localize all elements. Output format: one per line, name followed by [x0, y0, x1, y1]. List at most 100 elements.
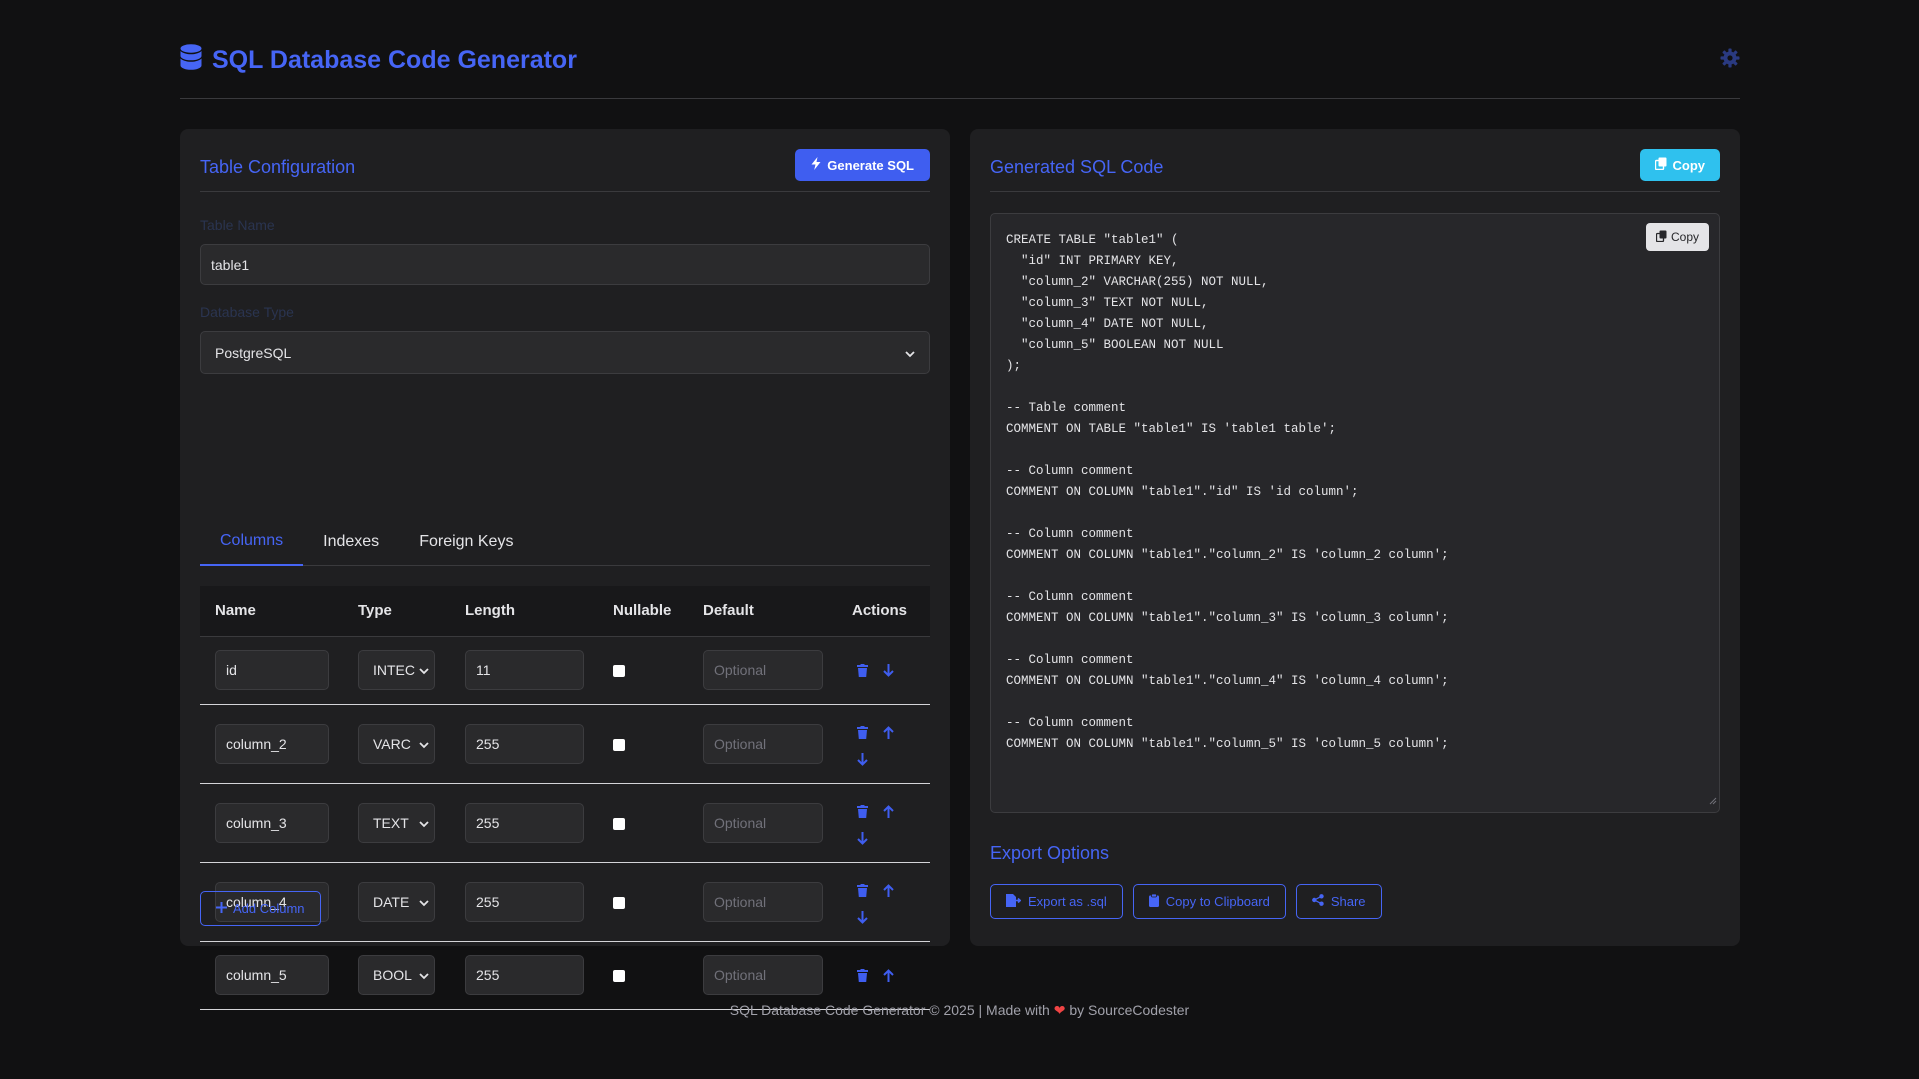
- inner-copy-label: Copy: [1670, 230, 1699, 244]
- arrow-down-icon[interactable]: [855, 909, 869, 925]
- column-type-select[interactable]: DATE: [358, 882, 435, 922]
- default-placeholder: Optional: [714, 662, 767, 678]
- default-input[interactable]: Optional: [703, 724, 823, 764]
- chevron-down-icon: [419, 967, 429, 983]
- generated-sql-panel: Generated SQL Code Copy CREATE TABLE "ta…: [970, 129, 1740, 946]
- column-type-select[interactable]: BOOL: [358, 955, 435, 995]
- default-placeholder: Optional: [714, 894, 767, 910]
- columns-table-header: Name Type Length Nullable Default Action…: [200, 586, 930, 637]
- table-name-label: Table Name: [200, 217, 275, 233]
- config-tabs: Columns Indexes Foreign Keys: [200, 517, 930, 566]
- trash-icon[interactable]: [855, 882, 869, 898]
- chevron-down-icon: [419, 894, 429, 910]
- default-input[interactable]: Optional: [703, 650, 823, 690]
- arrow-down-icon[interactable]: [855, 830, 869, 846]
- column-type-select[interactable]: INTEC: [358, 650, 435, 690]
- database-type-label: Database Type: [200, 304, 294, 320]
- default-placeholder: Optional: [714, 967, 767, 983]
- sql-code: CREATE TABLE "table1" ( "id" INT PRIMARY…: [1006, 233, 1449, 751]
- app-title: SQL Database Code Generator: [212, 45, 577, 74]
- default-input[interactable]: Optional: [703, 803, 823, 843]
- trash-icon[interactable]: [855, 662, 869, 678]
- default-input[interactable]: Optional: [703, 882, 823, 922]
- sql-panel-header: Generated SQL Code Copy: [990, 149, 1720, 192]
- plus-icon: [216, 901, 227, 916]
- column-name-input[interactable]: column_3: [215, 803, 329, 843]
- column-type-select[interactable]: VARC: [358, 724, 435, 764]
- arrow-up-icon[interactable]: [881, 967, 895, 983]
- trash-icon[interactable]: [855, 967, 869, 983]
- generate-sql-button[interactable]: Generate SQL: [795, 149, 930, 181]
- nullable-checkbox[interactable]: [613, 818, 625, 830]
- column-type-select[interactable]: TEXT: [358, 803, 435, 843]
- generate-sql-label: Generate SQL: [827, 157, 914, 173]
- copy-button[interactable]: Copy: [1639, 149, 1720, 181]
- column-type-value: TEXT: [373, 815, 409, 831]
- nullable-checkbox[interactable]: [613, 897, 625, 909]
- columns-table: Name Type Length Nullable Default Action…: [200, 586, 930, 1010]
- inner-copy-button[interactable]: Copy: [1645, 223, 1709, 251]
- database-icon: [180, 44, 202, 76]
- column-length-input[interactable]: 255: [465, 955, 584, 995]
- resize-grip-icon[interactable]: [1709, 792, 1717, 810]
- column-length-input[interactable]: 11: [465, 650, 584, 690]
- share-icon: [1311, 894, 1324, 909]
- share-label: Share: [1330, 894, 1366, 909]
- column-type-value: BOOL: [373, 967, 412, 983]
- gear-icon[interactable]: [1720, 48, 1740, 73]
- bolt-icon: [811, 157, 821, 173]
- config-panel-title: Table Configuration: [200, 157, 356, 177]
- nullable-checkbox[interactable]: [613, 665, 625, 677]
- table-configuration-panel: Table Configuration Generate SQL Table N…: [180, 129, 950, 1010]
- table-name-input[interactable]: table1: [200, 244, 930, 285]
- brand: SQL Database Code Generator: [180, 44, 577, 76]
- chevron-down-icon: [419, 815, 429, 831]
- copy-label: Copy: [1672, 157, 1706, 173]
- default-placeholder: Optional: [714, 736, 767, 752]
- arrow-up-icon[interactable]: [881, 803, 895, 819]
- table-row: id INTEC 11 Optional: [200, 637, 930, 705]
- header-length: Length: [465, 602, 515, 619]
- arrow-up-icon[interactable]: [881, 882, 895, 898]
- nullable-checkbox[interactable]: [613, 970, 625, 982]
- nullable-checkbox[interactable]: [613, 739, 625, 751]
- column-type-value: VARC: [373, 736, 411, 752]
- column-type-value: DATE: [373, 894, 410, 910]
- footer: SQL Database Code Generator © 2025 | Mad…: [0, 1002, 1919, 1019]
- footer-text-before: SQL Database Code Generator © 2025 | Mad…: [729, 1002, 1050, 1018]
- export-options: Export as .sql Copy to Clipboard Share: [990, 884, 1382, 919]
- column-name-input[interactable]: column_5: [215, 955, 329, 995]
- column-length-input[interactable]: 255: [465, 882, 584, 922]
- copy-to-clipboard-label: Copy to Clipboard: [1165, 894, 1270, 909]
- tab-indexes[interactable]: Indexes: [303, 517, 399, 566]
- copy-icon: [1655, 230, 1667, 245]
- arrow-up-icon[interactable]: [881, 724, 895, 740]
- tab-columns[interactable]: Columns: [200, 517, 304, 566]
- trash-icon[interactable]: [855, 724, 869, 740]
- sql-code-textarea[interactable]: CREATE TABLE "table1" ( "id" INT PRIMARY…: [990, 213, 1720, 813]
- footer-text-after: by SourceCodester: [1069, 1002, 1190, 1018]
- copy-icon: [1654, 157, 1667, 173]
- chevron-down-icon: [905, 345, 915, 361]
- table-row: column_3 TEXT 255 Optional: [200, 784, 930, 863]
- export-sql-button[interactable]: Export as .sql: [990, 884, 1123, 919]
- copy-to-clipboard-button[interactable]: Copy to Clipboard: [1132, 884, 1286, 919]
- column-length-input[interactable]: 255: [465, 724, 584, 764]
- column-length-input[interactable]: 255: [465, 803, 584, 843]
- tab-foreign-keys[interactable]: Foreign Keys: [399, 517, 533, 566]
- app-header: SQL Database Code Generator: [180, 36, 1740, 99]
- database-type-select[interactable]: PostgreSQL: [200, 331, 930, 374]
- column-name-input[interactable]: id: [215, 650, 329, 690]
- default-input[interactable]: Optional: [703, 955, 823, 995]
- default-placeholder: Optional: [714, 815, 767, 831]
- arrow-down-icon[interactable]: [881, 662, 895, 678]
- column-name-input[interactable]: column_2: [215, 724, 329, 764]
- share-button[interactable]: Share: [1295, 884, 1382, 919]
- table-row: column_5 BOOL 255 Optional: [200, 942, 930, 1010]
- heart-icon: ❤: [1053, 1002, 1066, 1018]
- chevron-down-icon: [419, 736, 429, 752]
- arrow-down-icon[interactable]: [855, 751, 869, 767]
- add-column-button[interactable]: Add Column: [200, 891, 321, 926]
- clipboard-icon: [1148, 893, 1159, 910]
- trash-icon[interactable]: [855, 803, 869, 819]
